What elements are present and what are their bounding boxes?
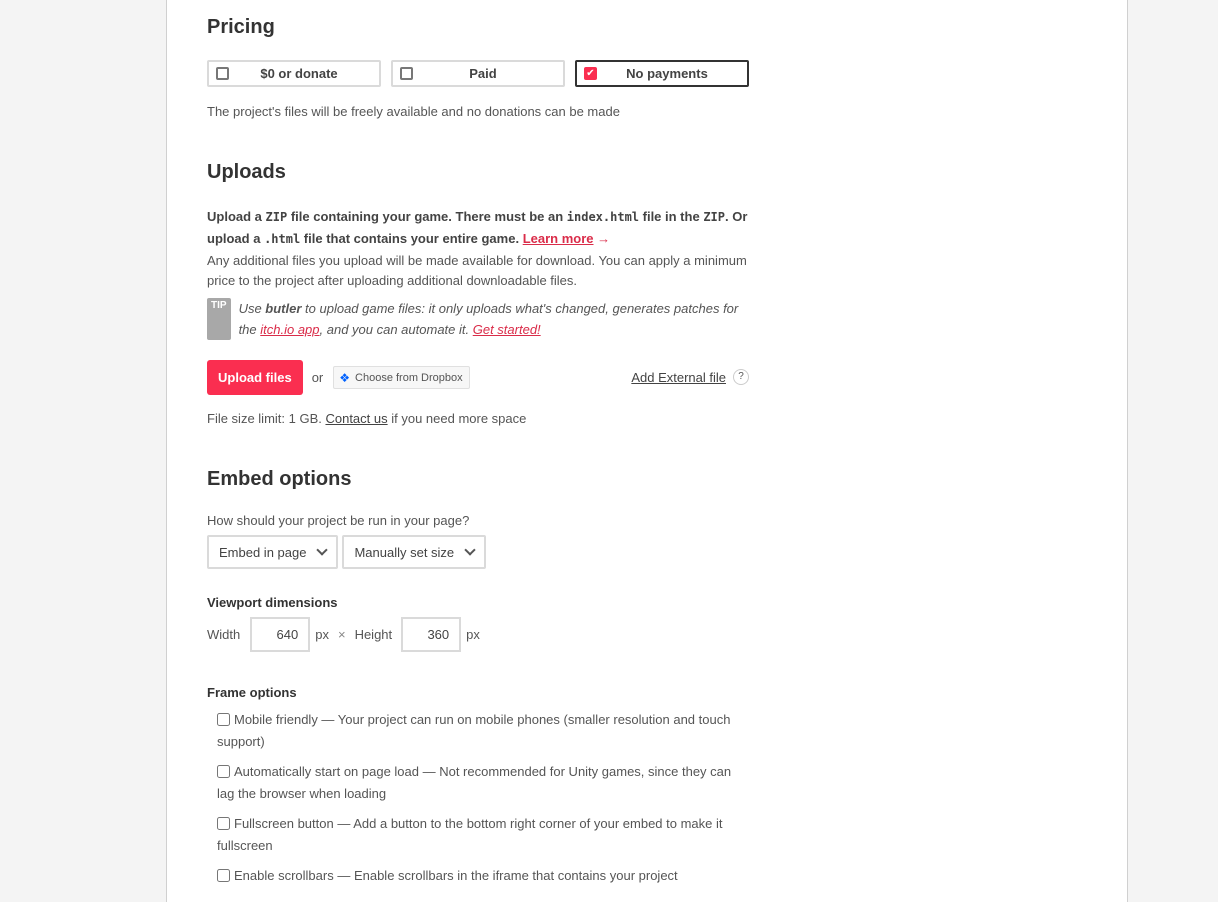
width-label: Width (207, 627, 241, 642)
select-value: Embed in page (219, 544, 307, 560)
mobile-friendly-checkbox[interactable] (217, 713, 230, 726)
frame-option-mobile-friendly[interactable]: Mobile friendly — Your project can run o… (217, 709, 747, 753)
pricing-option-no-payments[interactable]: ✔ No payments (575, 60, 749, 87)
uploads-additional-info: Any additional files you upload will be … (207, 253, 747, 288)
uploads-instructions: Upload a ZIP file containing your game. … (207, 206, 752, 250)
checkbox-icon (400, 67, 413, 80)
tip-badge: TIP (207, 298, 231, 340)
uploads-heading: Uploads (207, 161, 286, 183)
butler-tip: TIP Use butler to upload game files: it … (207, 298, 752, 340)
upload-files-button[interactable]: Upload files (207, 360, 303, 395)
scrollbars-checkbox[interactable] (217, 869, 230, 882)
width-input[interactable] (250, 617, 311, 652)
dropbox-button-label: Choose from Dropbox (355, 371, 463, 384)
embed-options-heading: Embed options (207, 468, 352, 490)
frame-option-fullscreen[interactable]: Fullscreen button — Add a button to the … (217, 813, 747, 857)
code-text: ZIP (703, 210, 725, 224)
height-label: Height (354, 627, 393, 642)
butler-text: butler (265, 301, 302, 316)
autostart-checkbox[interactable] (217, 765, 230, 778)
pricing-heading: Pricing (207, 16, 275, 38)
frame-option-autostart[interactable]: Automatically start on page load — Not r… (217, 761, 747, 805)
chevron-down-icon (464, 543, 476, 556)
learn-more-link[interactable]: Learn more (523, 231, 594, 246)
help-icon[interactable]: ? (733, 369, 749, 385)
get-started-link[interactable]: Get started! (473, 322, 541, 337)
dropbox-icon: ❖ (339, 370, 351, 385)
embed-size-select[interactable]: Manually set size (342, 535, 487, 569)
frame-option-label: Mobile friendly — Your project can run o… (217, 712, 731, 749)
upload-actions: Upload files or ❖ Choose from Dropbox Ad… (207, 360, 749, 395)
code-text: ZIP (265, 210, 288, 224)
frame-option-label: Enable scrollbars — Enable scrollbars in… (234, 868, 678, 883)
text: file containing your game. There must be… (287, 209, 567, 224)
tip-text: Use butler to upload game files: it only… (239, 298, 752, 340)
times-icon: × (337, 627, 346, 642)
text: , and you can automate it. (319, 322, 473, 337)
text: Use (238, 301, 266, 316)
pricing-option-label: $0 or donate (260, 66, 338, 81)
contact-us-link[interactable]: Contact us (325, 411, 387, 426)
text: file in the (639, 209, 704, 224)
embed-selects: Embed in page Manually set size (207, 535, 487, 569)
chevron-down-icon (316, 543, 329, 556)
frame-option-scrollbars[interactable]: Enable scrollbars — Enable scrollbars in… (217, 865, 747, 887)
add-external-file-link[interactable]: Add External file (631, 370, 726, 385)
text: if you need more space (387, 411, 527, 426)
itchio-app-link[interactable]: itch.io app (260, 322, 319, 337)
pricing-option-label: Paid (469, 66, 497, 81)
text: file that contains your entire game. (300, 231, 523, 246)
arrow-right-icon: → (597, 231, 611, 246)
frame-options-label: Frame options (207, 685, 297, 700)
px-unit: px (315, 627, 329, 642)
embed-question: How should your project be run in your p… (207, 513, 470, 528)
code-text: .html (264, 232, 301, 246)
pricing-option-paid[interactable]: Paid (391, 60, 565, 87)
add-external-file: Add External file ? (631, 369, 749, 385)
or-text: or (311, 370, 324, 385)
pricing-option-label: No payments (626, 66, 708, 81)
checkbox-icon (216, 67, 229, 80)
checked-checkbox-icon: ✔ (584, 67, 597, 80)
viewport-dimensions: Width px × Height px (207, 617, 480, 652)
file-size-limit: File size limit: 1 GB. Contact us if you… (207, 411, 526, 426)
frame-option-label: Automatically start on page load — Not r… (217, 764, 732, 801)
select-value: Manually set size (354, 544, 455, 560)
text: Upload a (207, 209, 266, 224)
choose-from-dropbox-button[interactable]: ❖ Choose from Dropbox (333, 366, 470, 389)
frame-option-label: Fullscreen button — Add a button to the … (217, 816, 723, 853)
text: File size limit: 1 GB. (207, 411, 326, 426)
viewport-dimensions-label: Viewport dimensions (207, 595, 338, 610)
px-unit: px (466, 627, 480, 642)
embed-mode-select[interactable]: Embed in page (207, 535, 339, 569)
fullscreen-checkbox[interactable] (217, 817, 230, 830)
pricing-description: The project's files will be freely avail… (207, 104, 620, 119)
pricing-option-donate[interactable]: $0 or donate (207, 60, 381, 87)
page-container: Pricing $0 or donate Paid ✔ No payments … (166, 0, 1128, 902)
height-input[interactable] (401, 617, 462, 652)
pricing-options: $0 or donate Paid ✔ No payments (207, 60, 749, 87)
code-text: index.html (566, 210, 640, 224)
